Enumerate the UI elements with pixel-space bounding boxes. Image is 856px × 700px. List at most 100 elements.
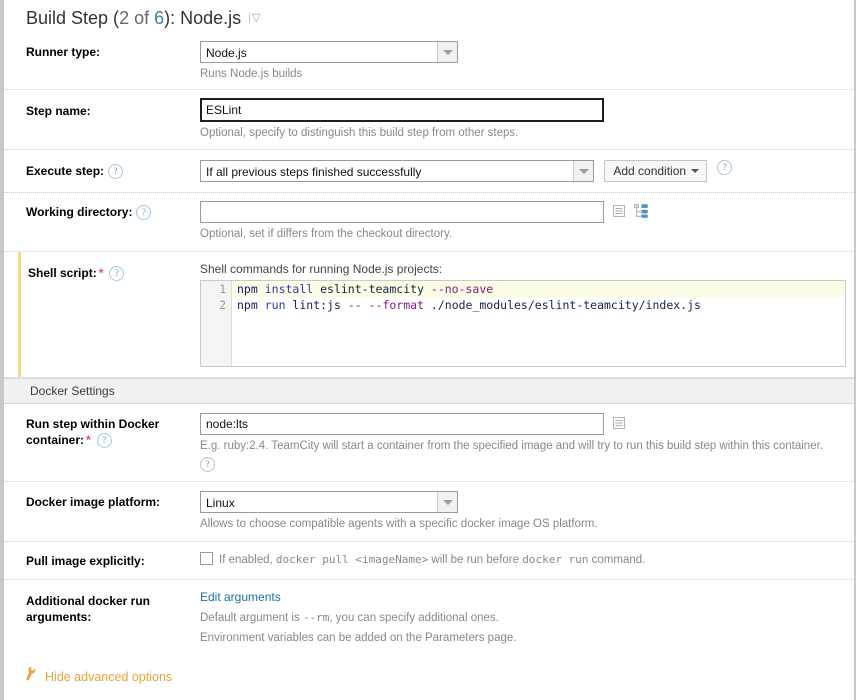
list-lines-icon[interactable]	[612, 416, 626, 431]
editor-code-area[interactable]: npm install eslint-teamcity --no-save np…	[232, 281, 845, 313]
docker-container-extra-help: ?	[200, 457, 848, 472]
hide-advanced-options-link[interactable]: Hide advanced options	[45, 670, 172, 684]
line-number: 1	[201, 281, 231, 297]
page-title-prefix: Build Step (	[26, 8, 119, 28]
tree-hierarchy-icon[interactable]	[634, 204, 648, 219]
row-docker-args: Additional docker run arguments: Edit ar…	[4, 580, 854, 652]
pull-image-mono-1: docker pull <imageName>	[276, 553, 428, 566]
docker-platform-hint: Allows to choose compatible agents with …	[200, 517, 848, 532]
shell-script-label: Shell script:*?	[4, 262, 200, 281]
pull-image-mono-2: docker run	[522, 553, 588, 566]
code-line: npm run lint:js -- --format ./node_modul…	[232, 297, 845, 313]
shell-script-editor[interactable]: 1 2 npm install eslint-teamcity --no-sav…	[200, 280, 846, 367]
row-shell-script: Shell script:*? Shell commands for runni…	[4, 252, 854, 378]
docker-platform-control: Linux Allows to choose compatible agents…	[200, 491, 854, 532]
code-token	[258, 282, 265, 296]
docker-container-input[interactable]	[200, 413, 604, 435]
list-lines-icon[interactable]	[612, 204, 626, 219]
chevron-down-icon: ▽	[252, 12, 260, 24]
runner-type-label: Runner type:	[4, 41, 200, 60]
pull-image-text-3: command.	[588, 554, 645, 566]
help-icon[interactable]: ?	[109, 266, 124, 281]
execute-step-label: Execute step:?	[4, 160, 200, 179]
docker-container-input-group	[200, 417, 626, 431]
docker-args-hint-2: Environment variables can be added on th…	[200, 631, 848, 646]
title-separator-bar: |	[248, 12, 251, 24]
docker-args-hint-before: Default argument is	[200, 612, 303, 624]
execute-step-label-text: Execute step:	[26, 164, 104, 178]
code-token	[258, 298, 265, 312]
row-execute-step: Execute step:? If all previous steps fin…	[4, 150, 854, 193]
shell-script-label-text: Shell script:	[28, 266, 97, 280]
row-working-directory: Working directory:?	[4, 193, 854, 252]
chevron-down-icon	[437, 492, 457, 512]
step-current: 2	[119, 8, 129, 28]
docker-platform-label: Docker image platform:	[4, 491, 200, 510]
code-token: run	[265, 298, 286, 312]
step-name-input[interactable]	[200, 98, 604, 122]
shell-script-caption: Shell commands for running Node.js proje…	[200, 262, 846, 276]
advanced-options-footer: Hide advanced options	[4, 652, 854, 684]
docker-args-hint-1: Default argument is --rm, you can specif…	[200, 610, 848, 626]
runner-type-select[interactable]: Node.js	[200, 41, 458, 63]
required-asterisk: *	[97, 266, 106, 280]
docker-container-hint: E.g. ruby:2.4. TeamCity will start a con…	[200, 439, 848, 454]
help-icon[interactable]: ?	[136, 205, 151, 220]
execute-step-value: If all previous steps finished successfu…	[201, 161, 593, 184]
working-directory-input[interactable]	[200, 201, 604, 223]
page-title: Build Step (2 of 6): Node.js |▽	[4, 0, 854, 35]
help-icon[interactable]: ?	[97, 433, 112, 448]
docker-settings-section-header: Docker Settings	[4, 378, 854, 404]
code-token: ./node_modules/eslint-teamcity/index.js	[424, 298, 701, 312]
pull-image-control: If enabled, docker pull <imageName> will…	[200, 552, 854, 568]
step-of: of	[129, 8, 154, 28]
working-directory-label-text: Working directory:	[26, 205, 132, 219]
pull-image-checkbox[interactable]	[200, 552, 213, 565]
runner-type-hint: Runs Node.js builds	[200, 67, 848, 82]
required-field-accent-bar	[18, 252, 21, 377]
code-token: eslint-teamcity	[313, 282, 431, 296]
docker-args-label-line1: Additional docker run	[26, 594, 150, 608]
code-token: install	[265, 282, 313, 296]
working-directory-control: Optional, set if differs from the checko…	[200, 201, 854, 242]
docker-args-control: Edit arguments Default argument is --rm,…	[200, 590, 854, 646]
edit-arguments-link[interactable]: Edit arguments	[200, 590, 281, 604]
code-line: npm install eslint-teamcity --no-save	[232, 281, 845, 297]
code-token: --format	[369, 298, 424, 312]
editor-line-number-gutter: 1 2	[201, 281, 232, 366]
docker-args-label: Additional docker run arguments:	[4, 590, 200, 625]
pull-image-label: Pull image explicitly:	[4, 552, 200, 569]
docker-platform-value: Linux	[201, 492, 457, 515]
row-runner-type: Runner type: Node.js Runs Node.js builds	[4, 35, 854, 90]
help-icon[interactable]: ?	[200, 457, 215, 472]
add-condition-label: Add condition	[613, 164, 686, 178]
step-total: 6	[154, 8, 164, 28]
add-condition-button[interactable]: Add condition	[604, 160, 707, 182]
code-token: --	[348, 298, 362, 312]
docker-args-hint-after: , you can specify additional ones.	[329, 612, 498, 624]
code-token: npm	[237, 282, 258, 296]
execute-step-select[interactable]: If all previous steps finished successfu…	[200, 160, 594, 182]
wrench-icon	[21, 664, 41, 686]
build-step-form: Build Step (2 of 6): Node.js |▽ Runner ty…	[0, 0, 856, 700]
page-title-suffix: ): Node.js	[164, 8, 241, 28]
docker-args-hint-mono: --rm	[303, 611, 330, 624]
docker-platform-select[interactable]: Linux	[200, 491, 458, 513]
pull-image-description: If enabled, docker pull <imageName> will…	[219, 554, 645, 566]
pull-image-text-2: will be run before	[428, 554, 522, 566]
code-token: --no-save	[431, 282, 493, 296]
step-name-control: Optional, specify to distinguish this bu…	[200, 98, 854, 141]
execute-step-control: If all previous steps finished successfu…	[200, 160, 854, 182]
title-dropdown-icon[interactable]: |▽	[248, 11, 260, 24]
runner-type-control: Node.js Runs Node.js builds	[200, 41, 854, 82]
runner-type-value: Node.js	[201, 42, 457, 65]
pull-image-text-1: If enabled,	[219, 554, 276, 566]
help-icon[interactable]: ?	[108, 164, 123, 179]
help-icon[interactable]: ?	[717, 160, 732, 175]
row-step-name: Step name: Optional, specify to distingu…	[4, 90, 854, 150]
docker-container-label: Run step within Docker container:*?	[4, 413, 200, 448]
row-docker-platform: Docker image platform: Linux Allows to c…	[4, 482, 854, 542]
code-token: npm	[237, 298, 258, 312]
chevron-down-icon	[691, 169, 699, 173]
shell-script-control: Shell commands for running Node.js proje…	[200, 262, 854, 367]
